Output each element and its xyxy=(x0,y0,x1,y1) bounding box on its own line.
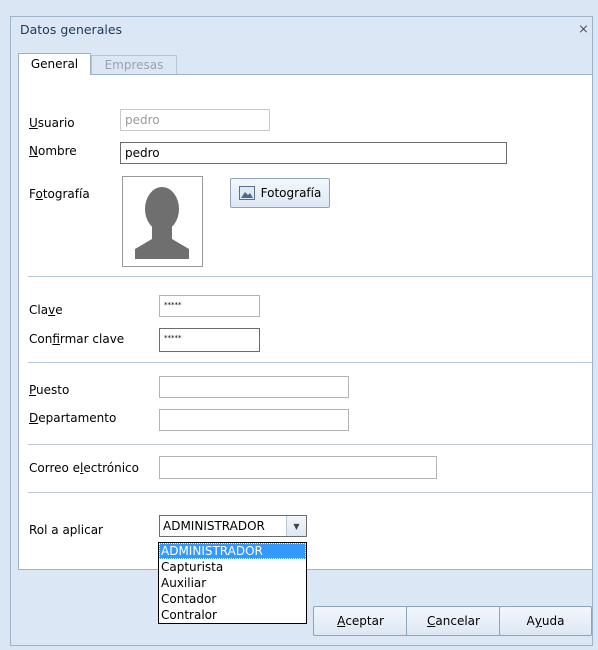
chevron-down-icon[interactable]: ▼ xyxy=(286,516,306,536)
rol-option-contralor[interactable]: Contralor xyxy=(159,607,306,623)
rol-option-auxiliar[interactable]: Auxiliar xyxy=(159,575,306,591)
departamento-label: Departamento xyxy=(29,411,117,425)
rol-label: Rol a aplicar xyxy=(29,523,103,537)
aceptar-button[interactable]: Aceptar xyxy=(313,606,408,636)
puesto-field[interactable] xyxy=(159,376,349,398)
departamento-field[interactable] xyxy=(159,409,349,431)
dialog-title: Datos generales xyxy=(20,22,123,37)
usuario-field[interactable]: pedro xyxy=(120,109,270,131)
tab-general[interactable]: General xyxy=(18,53,91,75)
rol-dropdown-list: ADMINISTRADOR Capturista Auxiliar Contad… xyxy=(158,542,307,624)
rol-option-administrador[interactable]: ADMINISTRADOR xyxy=(159,543,306,559)
puesto-label: Puesto xyxy=(29,383,70,397)
correo-field[interactable] xyxy=(159,456,437,479)
picture-icon xyxy=(238,186,255,200)
rol-option-contador[interactable]: Contador xyxy=(159,591,306,607)
separator xyxy=(28,276,594,277)
tab-empresas[interactable]: Empresas xyxy=(91,55,177,75)
usuario-label: Usuario xyxy=(29,116,75,130)
user-photo xyxy=(122,176,203,267)
fotografia-button[interactable]: Fotografía xyxy=(230,178,330,208)
clave-field[interactable]: ***** xyxy=(159,295,260,317)
nombre-field[interactable]: pedro xyxy=(120,142,507,164)
avatar-silhouette-icon xyxy=(135,187,189,259)
correo-label: Correo electrónico xyxy=(29,461,139,475)
separator xyxy=(28,362,594,363)
rol-selected-value: ADMINISTRADOR xyxy=(163,519,265,533)
fotografia-label: Fotografía xyxy=(29,187,90,201)
confirmar-clave-field[interactable]: ***** xyxy=(159,328,260,352)
close-icon[interactable]: ⨯ xyxy=(578,22,589,37)
nombre-label: Nombre xyxy=(29,144,77,158)
ayuda-button[interactable]: Ay uda xyxy=(499,606,592,636)
separator xyxy=(28,492,594,493)
confirmar-clave-label: Confirmar clave xyxy=(29,332,125,346)
rol-option-capturista[interactable]: Capturista xyxy=(159,559,306,575)
rol-select[interactable]: ADMINISTRADOR ▼ xyxy=(159,515,307,537)
clave-label: Clave xyxy=(29,303,63,317)
cancelar-button[interactable]: Cancelar xyxy=(406,606,501,636)
separator xyxy=(28,444,594,445)
